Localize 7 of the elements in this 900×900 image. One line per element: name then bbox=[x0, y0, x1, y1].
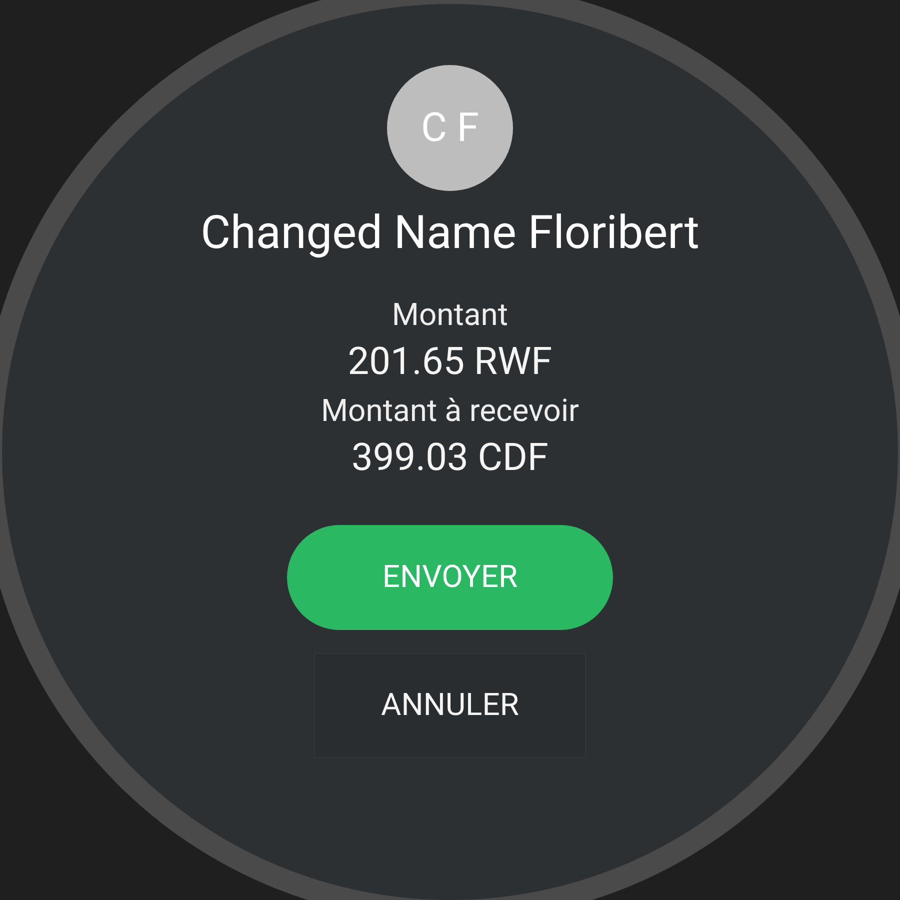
amount-value: 201.65 RWF bbox=[348, 339, 552, 386]
cancel-button[interactable]: ANNULER bbox=[314, 653, 586, 758]
amount-label: Montant à recevoir bbox=[320, 391, 579, 431]
amount-value: 399.03 CDF bbox=[352, 435, 548, 482]
amount-label: Montant bbox=[392, 295, 508, 335]
contact-name: Changed Name Floribert bbox=[200, 205, 700, 262]
avatar-initials: C F bbox=[420, 108, 480, 148]
